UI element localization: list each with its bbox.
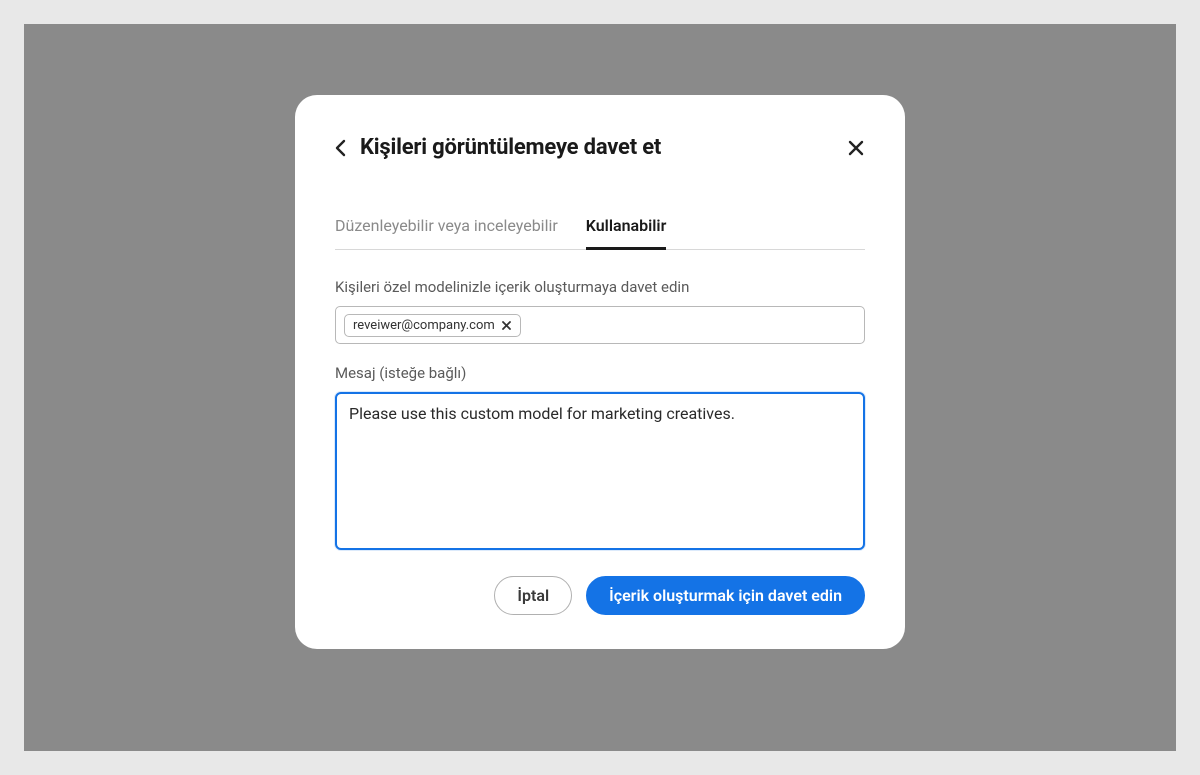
permission-tabs: Düzenleyebilir veya inceleyebilir Kullan…	[335, 208, 865, 250]
tab-edit-review[interactable]: Düzenleyebilir veya inceleyebilir	[335, 208, 558, 249]
dialog-title: Kişileri görüntülemeye davet et	[360, 135, 661, 160]
invite-dialog: Kişileri görüntülemeye davet et Düzenley…	[295, 95, 905, 649]
invite-label: Kişileri özel modelinizle içerik oluştur…	[335, 278, 865, 296]
message-label: Mesaj (isteğe bağlı)	[335, 364, 865, 382]
close-icon	[501, 320, 512, 331]
email-chip-text: reveiwer@company.com	[353, 318, 495, 333]
remove-email-button[interactable]	[499, 320, 514, 331]
cancel-button[interactable]: İptal	[494, 576, 572, 615]
close-icon	[847, 139, 865, 157]
header-left: Kişileri görüntülemeye davet et	[335, 135, 661, 160]
message-textarea[interactable]	[335, 392, 865, 550]
email-input[interactable]: reveiwer@company.com	[335, 306, 865, 344]
dialog-header: Kişileri görüntülemeye davet et	[335, 135, 865, 160]
back-button[interactable]	[335, 139, 346, 157]
close-button[interactable]	[847, 139, 865, 157]
tab-can-use[interactable]: Kullanabilir	[586, 208, 667, 249]
chevron-left-icon	[335, 139, 346, 157]
email-chip: reveiwer@company.com	[344, 314, 521, 337]
invite-submit-button[interactable]: İçerik oluşturmak için davet edin	[586, 576, 865, 615]
dialog-actions: İptal İçerik oluşturmak için davet edin	[335, 576, 865, 615]
